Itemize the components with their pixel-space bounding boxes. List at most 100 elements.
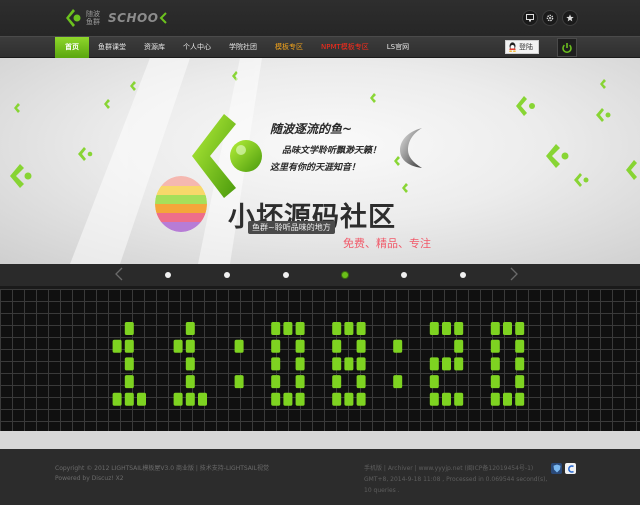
banner-slogan-2: 品味文学聆听飘渺天籁！ bbox=[282, 146, 382, 156]
clock-digit bbox=[332, 322, 366, 406]
led-segment bbox=[332, 375, 342, 389]
led-segment bbox=[124, 322, 134, 336]
led-segment bbox=[503, 392, 512, 406]
slider-dot[interactable] bbox=[460, 272, 466, 278]
logo-mark-icon bbox=[66, 9, 81, 27]
watermark-subtitle: 鱼群~聆听品味的地方 bbox=[248, 221, 335, 234]
led-segment bbox=[185, 322, 195, 336]
slider-dot[interactable] bbox=[401, 272, 407, 278]
monitor-icon bbox=[526, 14, 534, 22]
led-segment bbox=[356, 357, 366, 371]
led-segment bbox=[515, 339, 525, 353]
power-button[interactable] bbox=[557, 38, 577, 57]
led-segment bbox=[344, 322, 354, 336]
silver-c-icon bbox=[400, 128, 422, 168]
cnzz-badge[interactable] bbox=[565, 463, 576, 474]
nav-item-templates[interactable]: 模板专区 bbox=[266, 37, 312, 58]
led-segment bbox=[356, 322, 366, 336]
site-logo[interactable]: 随波 鱼群 SCHOO bbox=[62, 6, 168, 30]
nav-item-home[interactable]: 首页 bbox=[55, 37, 89, 58]
logo-en-text: SCHOO bbox=[108, 11, 159, 25]
led-segment bbox=[393, 375, 403, 389]
led-segment bbox=[173, 339, 183, 353]
led-segment bbox=[283, 392, 293, 406]
led-segment bbox=[490, 322, 500, 336]
led-segment bbox=[271, 357, 281, 371]
led-segment bbox=[198, 392, 207, 406]
qq-penguin-icon bbox=[509, 42, 516, 52]
footer-stats: GMT+8, 2014-9-18 11:08 , Processed in 0.… bbox=[364, 476, 548, 494]
led-segment bbox=[112, 339, 122, 353]
led-segment bbox=[503, 322, 512, 336]
led-segment bbox=[454, 339, 464, 353]
led-segment bbox=[137, 392, 146, 406]
nav-item-ls-official[interactable]: LS官网 bbox=[378, 37, 418, 58]
led-segment bbox=[344, 357, 354, 371]
led-segment bbox=[295, 322, 305, 336]
nav-item-profile[interactable]: 个人中心 bbox=[174, 37, 220, 58]
led-segment bbox=[429, 375, 439, 389]
power-icon bbox=[562, 42, 572, 53]
footer-links[interactable]: 手机版 | Archiver | www.yyyjp.net (闽ICP备120… bbox=[364, 463, 550, 474]
slider-prev-button[interactable] bbox=[115, 267, 123, 285]
led-segment bbox=[124, 375, 134, 389]
main-nav: 首页 鱼群课堂 资源库 个人中心 学院社团 模板专区 NPMT模板专区 LS官网 bbox=[55, 37, 418, 58]
footer-powered-by: Powered by Discuz! X2 bbox=[55, 475, 124, 482]
clock-digit bbox=[112, 322, 146, 406]
led-segment bbox=[442, 392, 451, 406]
footer-copyright-line: Copyright © 2012 LIGHTSAIL模板屋V3.0 商业版 | … bbox=[55, 465, 270, 472]
led-segment bbox=[112, 392, 122, 406]
led-segment bbox=[490, 339, 500, 353]
slider-next-button[interactable] bbox=[510, 267, 518, 285]
led-segment bbox=[271, 392, 281, 406]
slider-dot[interactable] bbox=[165, 272, 171, 278]
nav-item-npmt-templates[interactable]: NPMT模板专区 bbox=[312, 37, 378, 58]
logo-c-icon bbox=[159, 12, 168, 24]
led-clock-display bbox=[112, 322, 525, 406]
nav-item-clubs[interactable]: 学院社团 bbox=[220, 37, 266, 58]
qq-login-button[interactable]: 登陆 bbox=[505, 40, 539, 54]
settings-button[interactable] bbox=[542, 10, 558, 26]
led-segment bbox=[271, 339, 281, 353]
slider-dot-active[interactable] bbox=[342, 272, 348, 278]
watermark-tagline: 免费、精品、专注 bbox=[343, 237, 431, 250]
led-segment bbox=[515, 322, 525, 336]
banner-slider-controls bbox=[0, 264, 640, 286]
led-segment bbox=[454, 322, 464, 336]
clock-digit bbox=[271, 322, 305, 406]
led-segment bbox=[185, 357, 195, 371]
led-segment bbox=[295, 375, 305, 389]
led-segment bbox=[454, 392, 464, 406]
led-segment bbox=[185, 339, 195, 353]
led-segment bbox=[515, 357, 525, 371]
led-segment bbox=[429, 357, 439, 371]
nav-item-resources[interactable]: 资源库 bbox=[135, 37, 174, 58]
clock-digit bbox=[173, 322, 207, 406]
led-segment bbox=[442, 322, 451, 336]
led-segment bbox=[454, 357, 464, 371]
led-segment bbox=[490, 392, 500, 406]
led-segment bbox=[173, 392, 183, 406]
login-label: 登陆 bbox=[519, 43, 533, 51]
slider-dot[interactable] bbox=[283, 272, 289, 278]
led-segment bbox=[185, 392, 195, 406]
slider-dot[interactable] bbox=[224, 272, 230, 278]
footer-badges bbox=[551, 463, 576, 474]
led-segment bbox=[234, 339, 244, 353]
led-segment bbox=[490, 375, 500, 389]
led-segment bbox=[356, 339, 366, 353]
monitor-button[interactable] bbox=[522, 10, 538, 26]
led-segment bbox=[332, 392, 342, 406]
led-segment bbox=[124, 357, 134, 371]
nav-item-classroom[interactable]: 鱼群课堂 bbox=[89, 37, 135, 58]
clock-colon bbox=[393, 339, 403, 389]
top-header: 随波 鱼群 SCHOO bbox=[0, 0, 640, 36]
led-segment bbox=[515, 375, 525, 389]
logo-cn-text: 随波 鱼群 bbox=[86, 10, 100, 26]
favorite-button[interactable] bbox=[562, 10, 578, 26]
led-segment bbox=[295, 357, 305, 371]
led-segment bbox=[185, 375, 195, 389]
hero-banner[interactable]: 随波逐流的鱼~ 品味文学聆听飘渺天籁！ 这里有你的天涯知音！ 小坏源码社区 鱼群… bbox=[0, 58, 640, 264]
security-badge[interactable] bbox=[551, 463, 562, 474]
led-segment bbox=[295, 339, 305, 353]
